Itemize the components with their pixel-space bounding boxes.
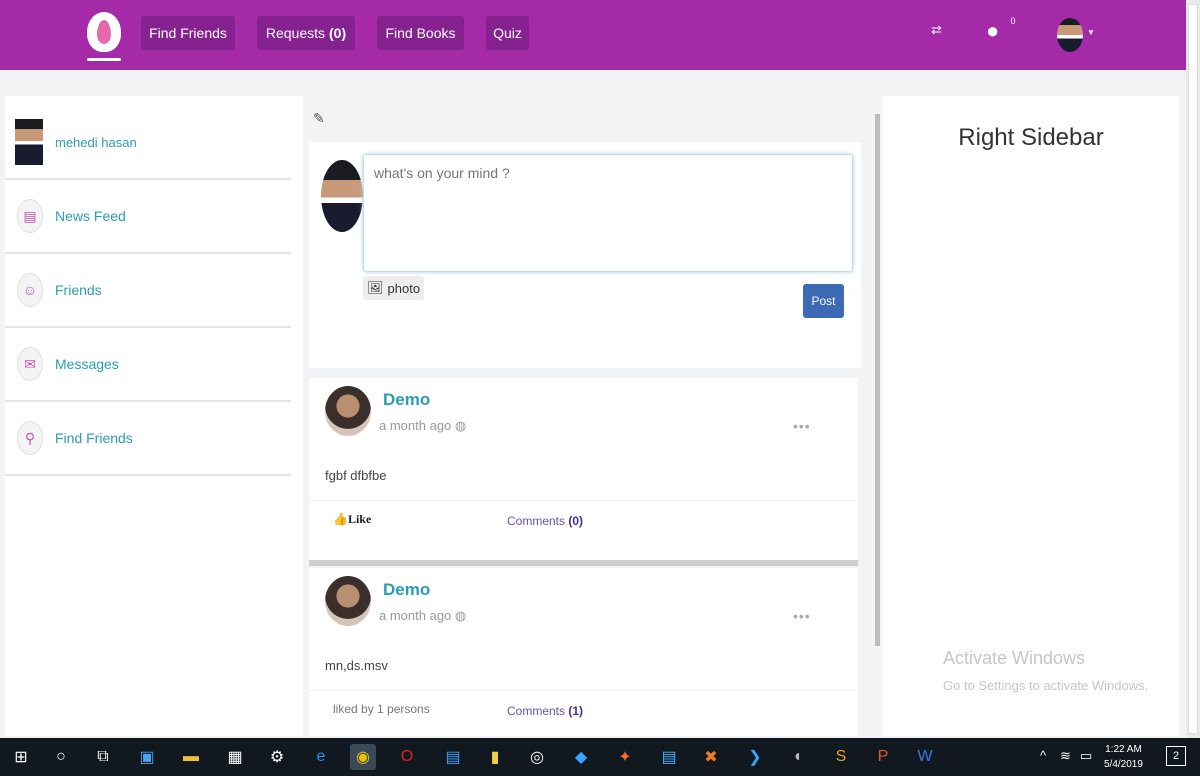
messages-icon: ✉ xyxy=(17,347,43,381)
photo-button[interactable]: 🖼 photo xyxy=(363,276,425,300)
top-navbar: Find Friends Requests (0) Find Books Quiz… xyxy=(0,0,1186,70)
action-center-icon[interactable]: 2 xyxy=(1166,746,1186,766)
globe-icon[interactable]: ● xyxy=(986,18,999,44)
post-author-avatar[interactable] xyxy=(325,576,371,626)
windows-taskbar: ⊞ ○ ⧉ ▣ ▬ ▦ ⚙ e ◉ O ▤ ▮ ◎ ◆ ✦ ▤ ✖ ❯ ◐ S … xyxy=(0,738,1200,776)
status-input[interactable] xyxy=(364,155,852,271)
windows-start-icon[interactable]: ⊞ xyxy=(8,744,34,770)
sticky-notes-icon[interactable]: ▮ xyxy=(482,744,508,770)
page-scrollbar[interactable] xyxy=(1186,0,1200,738)
friends-icon: ☺ xyxy=(17,273,43,307)
profile-name: mehedi hasan xyxy=(55,134,137,150)
post-text: mn,ds.msv xyxy=(325,658,388,673)
activate-windows-title: Activate Windows xyxy=(943,648,1086,668)
profile-picture xyxy=(15,119,43,165)
page-scrollbar-thumb[interactable] xyxy=(1188,4,1198,734)
powershell-icon[interactable]: ❯ xyxy=(742,744,768,770)
requests-button[interactable]: Requests (0) xyxy=(257,16,355,50)
comments-link[interactable]: Comments (1) xyxy=(507,704,583,718)
composer-avatar xyxy=(321,160,363,232)
post-text: fgbf dfbfbe xyxy=(325,468,387,483)
edge-browser-icon[interactable]: e xyxy=(308,744,334,770)
find-books-button[interactable]: Find Books xyxy=(377,16,464,50)
like-button[interactable]: 👍Like xyxy=(333,512,371,527)
post-time: a month ago ◍ xyxy=(379,418,467,433)
feed-separator xyxy=(309,560,858,566)
sidebar-item-label: Find Friends xyxy=(55,430,133,446)
image-icon: 🖼 xyxy=(367,280,384,295)
globe-icon: ◍ xyxy=(454,608,467,623)
task-view-icon[interactable]: ⧉ xyxy=(90,744,116,770)
comments-link[interactable]: Comments (0) xyxy=(507,514,583,528)
post-divider xyxy=(309,690,858,691)
right-sidebar-title: Right Sidebar xyxy=(958,124,1104,151)
post-button[interactable]: Post xyxy=(803,284,844,318)
battery-icon[interactable]: ▭ xyxy=(1080,748,1092,764)
messages-arrows-icon[interactable]: ⇄ xyxy=(931,22,942,38)
app-icon-4[interactable]: ▤ xyxy=(656,744,682,770)
word-icon[interactable]: W xyxy=(912,744,938,770)
activate-windows-subtitle: Go to Settings to activate Windows. xyxy=(943,678,1149,693)
xampp-icon[interactable]: ✖ xyxy=(698,744,724,770)
app-logo[interactable] xyxy=(87,12,121,52)
sidebar-item-messages[interactable]: ✉ Messages xyxy=(5,328,291,402)
user-avatar[interactable] xyxy=(1057,18,1083,52)
search-icon[interactable]: ○ xyxy=(48,744,74,770)
notification-badge: 0 xyxy=(1006,14,1020,28)
store-app-icon[interactable]: ▣ xyxy=(134,744,160,770)
right-sidebar: Right Sidebar xyxy=(883,96,1179,736)
chevron-up-icon[interactable]: ^ xyxy=(1040,748,1046,763)
app-icon-5[interactable]: ◐ xyxy=(786,744,812,770)
post-time: a month ago ◍ xyxy=(379,608,467,623)
feed-post: Demo a month ago ◍ ••• mn,ds.msv liked b… xyxy=(309,568,858,736)
liked-by-text: liked by 1 persons xyxy=(333,702,430,716)
post-divider xyxy=(309,500,858,501)
post-composer: 🖼 photo Post xyxy=(309,142,861,368)
post-author-avatar[interactable] xyxy=(325,386,371,436)
clock-time: 1:22 AM xyxy=(1105,744,1142,755)
logo-active-indicator xyxy=(87,58,121,61)
shopping-bag-icon[interactable]: ▦ xyxy=(222,744,248,770)
find-friends-icon: ⚲ xyxy=(17,421,43,455)
post-options-icon[interactable]: ••• xyxy=(793,418,811,434)
quiz-button[interactable]: Quiz xyxy=(486,16,529,50)
chrome-browser-icon[interactable]: ◉ xyxy=(350,744,376,770)
sublime-text-icon[interactable]: S xyxy=(828,744,854,770)
left-sidebar: mehedi hasan ▤ News Feed ☺ Friends ✉ Mes… xyxy=(5,96,303,736)
opera-browser-icon[interactable]: O xyxy=(394,744,420,770)
status-input-wrapper xyxy=(363,154,853,272)
settings-gear-icon[interactable]: ⚙ xyxy=(264,744,290,770)
chevron-down-icon[interactable]: ▼ xyxy=(1087,28,1095,37)
sidebar-item-label: News Feed xyxy=(55,208,126,224)
file-explorer-icon[interactable]: ▬ xyxy=(178,744,204,770)
find-friends-button[interactable]: Find Friends xyxy=(141,16,235,50)
sidebar-item-label: Friends xyxy=(55,282,102,298)
feed-post: Demo a month ago ◍ ••• fgbf dfbfbe 👍Like… xyxy=(309,378,858,562)
sidebar-item-label: Messages xyxy=(55,356,119,372)
post-options-icon[interactable]: ••• xyxy=(793,608,811,624)
sidebar-profile[interactable]: mehedi hasan xyxy=(5,106,291,180)
edit-icon[interactable]: ✎ xyxy=(313,110,325,127)
post-author[interactable]: Demo xyxy=(383,580,430,600)
target-app-icon[interactable]: ◎ xyxy=(524,744,550,770)
newsfeed-icon: ▤ xyxy=(17,199,43,233)
sidebar-item-news-feed[interactable]: ▤ News Feed xyxy=(5,180,291,254)
system-clock[interactable]: 1:22 AM 5/4/2019 xyxy=(1104,742,1143,772)
globe-icon: ◍ xyxy=(454,418,467,433)
sidebar-item-find-friends[interactable]: ⚲ Find Friends xyxy=(5,402,291,476)
photo-label: photo xyxy=(387,280,421,296)
app-icon-2[interactable]: ◆ xyxy=(568,744,594,770)
thumbs-up-icon: 👍 xyxy=(333,512,348,526)
app-icon-3[interactable]: ✦ xyxy=(612,744,638,770)
feed-scrollbar[interactable] xyxy=(875,114,880,646)
post-author[interactable]: Demo xyxy=(383,390,430,410)
app-icon-1[interactable]: ▤ xyxy=(440,744,466,770)
sidebar-item-friends[interactable]: ☺ Friends xyxy=(5,254,291,328)
network-icon[interactable]: ≋ xyxy=(1060,748,1071,764)
clock-date: 5/4/2019 xyxy=(1104,759,1143,770)
powerpoint-icon[interactable]: P xyxy=(870,744,896,770)
